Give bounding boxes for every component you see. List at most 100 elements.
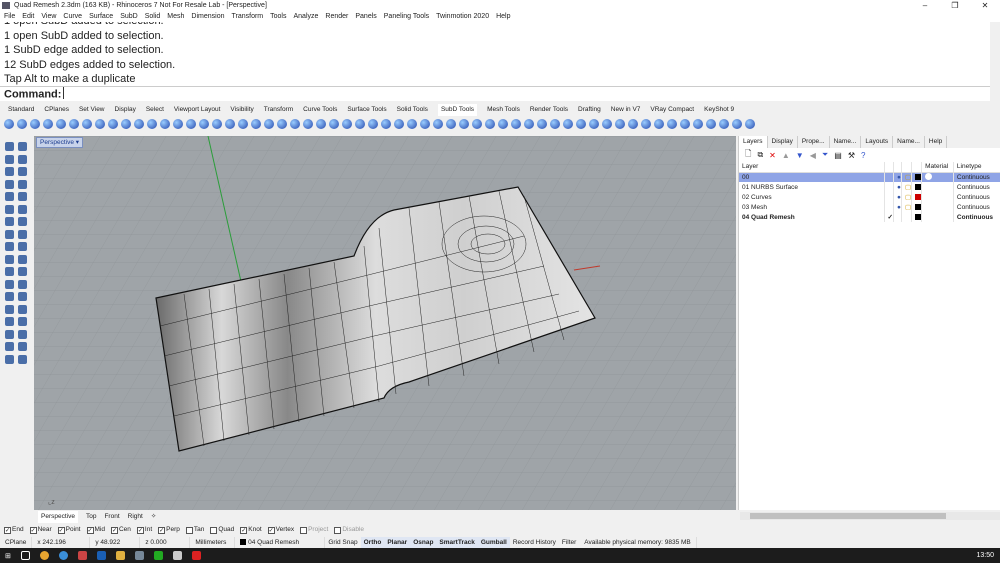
menu-analyze[interactable]: Analyze xyxy=(293,11,318,22)
lock-icon[interactable]: ▢ xyxy=(901,202,913,212)
panel-tab[interactable]: Layouts xyxy=(861,136,894,148)
toolbar-tool-icon[interactable] xyxy=(563,119,573,129)
current-layer-check[interactable]: ✓ xyxy=(884,212,894,222)
tool-icon[interactable] xyxy=(5,342,14,351)
layer-name[interactable]: 01 NURBS Surface xyxy=(739,182,885,192)
tool-icon[interactable] xyxy=(18,142,27,151)
toggle-smarttrack[interactable]: SmartTrack xyxy=(436,537,478,548)
tool-icon[interactable] xyxy=(18,354,27,364)
menu-file[interactable]: File xyxy=(4,11,15,22)
move-up-icon[interactable]: ▲ xyxy=(782,151,790,160)
tool-icon[interactable] xyxy=(18,204,27,214)
osnap-point[interactable]: ✓ Point xyxy=(57,524,81,536)
toolbar-tab-standard[interactable]: Standard xyxy=(8,104,34,116)
tool-icon[interactable] xyxy=(18,167,27,176)
tool-icon[interactable] xyxy=(5,167,14,176)
layer-row[interactable]: 00 ● ▢ Continuous xyxy=(739,172,1000,182)
toolbar-tool-icon[interactable] xyxy=(732,119,742,129)
lock-icon[interactable]: ▢ xyxy=(901,192,913,202)
tool-icon[interactable] xyxy=(5,329,14,339)
toolbar-tool-icon[interactable] xyxy=(368,119,378,129)
osnap-vertex[interactable]: ✓ Vertex xyxy=(267,524,294,536)
tool-icon[interactable] xyxy=(5,242,14,251)
osnap-near[interactable]: ✓ Near xyxy=(29,524,52,536)
new-sublayer-icon[interactable]: ⧉ xyxy=(757,150,763,160)
toolbar-tab-keyshot-9[interactable]: KeyShot 9 xyxy=(704,104,734,116)
layer-row[interactable]: 01 NURBS Surface ● ▢ Continuous xyxy=(739,182,1000,192)
osnap-mid[interactable]: ✓ Mid xyxy=(86,524,105,536)
checkbox[interactable] xyxy=(210,526,218,534)
menu-panels[interactable]: Panels xyxy=(355,11,376,22)
toolbar-tab-vray-compact[interactable]: VRay Compact xyxy=(650,104,694,116)
toolbar-tool-icon[interactable] xyxy=(615,119,625,129)
toolbar-tab-viewport-layout[interactable]: Viewport Layout xyxy=(174,104,221,116)
tool-icon[interactable] xyxy=(5,179,14,189)
toolbar-tool-icon[interactable] xyxy=(641,119,651,129)
file-explorer-icon[interactable] xyxy=(115,551,125,560)
column-layer[interactable]: Layer xyxy=(739,162,885,173)
toolbar-tab-subd-tools[interactable]: SubD Tools xyxy=(437,104,478,116)
column-linetype[interactable]: Linetype xyxy=(953,162,1000,173)
restore-button[interactable]: ❐ xyxy=(940,0,970,11)
move-down-icon[interactable]: ▼ xyxy=(796,151,804,160)
delete-layer-icon[interactable]: ✕ xyxy=(769,151,776,160)
menu-view[interactable]: View xyxy=(41,11,56,22)
toolbar-tool-icon[interactable] xyxy=(251,119,261,129)
toolbar-tool-icon[interactable] xyxy=(472,119,482,129)
lightbulb-icon[interactable]: ● xyxy=(893,172,902,182)
layer-name[interactable]: 03 Mesh xyxy=(739,202,885,212)
toolbar-tool-icon[interactable] xyxy=(303,119,313,129)
layer-name[interactable]: 00 xyxy=(739,172,885,182)
panel-tab[interactable]: Display xyxy=(768,136,798,148)
toggle-filter[interactable]: Filter xyxy=(559,537,579,548)
toolbar-tab-transform[interactable]: Transform xyxy=(264,104,293,116)
tool-icon[interactable] xyxy=(18,304,27,314)
toolbar-tool-icon[interactable] xyxy=(446,119,456,129)
toolbar-tool-icon[interactable] xyxy=(160,119,170,129)
camtasia-icon[interactable] xyxy=(153,551,163,560)
menu-render[interactable]: Render xyxy=(325,11,348,22)
toolbar-tab-solid-tools[interactable]: Solid Tools xyxy=(397,104,428,116)
checkbox[interactable] xyxy=(334,526,342,534)
current-layer[interactable]: 04 Quad Remesh xyxy=(235,537,326,548)
toolbar-tool-icon[interactable] xyxy=(277,119,287,129)
toolbar-tool-icon[interactable] xyxy=(43,119,53,129)
tool-icon[interactable] xyxy=(5,317,14,326)
tool-icon[interactable] xyxy=(5,267,14,276)
tool-icon[interactable] xyxy=(18,267,27,276)
checkbox[interactable]: ✓ xyxy=(57,526,65,534)
menu-tools[interactable]: Tools xyxy=(270,11,286,22)
lock-icon[interactable]: ▢ xyxy=(901,172,913,182)
toolbar-tab-drafting[interactable]: Drafting xyxy=(578,104,601,116)
toolbar-tab-visibility[interactable]: Visibility xyxy=(230,104,253,116)
toolbar-tab-render-tools[interactable]: Render Tools xyxy=(530,104,568,116)
toolbar-tool-icon[interactable] xyxy=(199,119,209,129)
toolbar-tool-icon[interactable] xyxy=(719,119,729,129)
toolbar-tool-icon[interactable] xyxy=(394,119,404,129)
menu-curve[interactable]: Curve xyxy=(63,11,82,22)
panel-tab[interactable]: Name... xyxy=(830,136,862,148)
osnap-int[interactable]: ✓ Int xyxy=(136,524,152,536)
toolbar-tool-icon[interactable] xyxy=(316,119,326,129)
toolbar-tool-icon[interactable] xyxy=(238,119,248,129)
chrome-icon[interactable] xyxy=(39,551,49,560)
layer-row[interactable]: 04 Quad Remesh ✓ Continuous xyxy=(739,212,1000,222)
panel-tab[interactable]: Layers xyxy=(739,136,768,148)
menu-twinmotion-2020[interactable]: Twinmotion 2020 xyxy=(436,11,489,22)
osnap-knot[interactable]: ✓ Knot xyxy=(240,524,262,536)
tool-icon[interactable] xyxy=(18,342,27,351)
layer-color[interactable] xyxy=(911,202,923,212)
layer-linetype[interactable]: Continuous xyxy=(953,192,1000,202)
toolbar-tool-icon[interactable] xyxy=(667,119,677,129)
tool-icon[interactable] xyxy=(5,217,14,226)
toolbar-tool-icon[interactable] xyxy=(69,119,79,129)
toolbar-tool-icon[interactable] xyxy=(95,119,105,129)
tool-icon[interactable] xyxy=(5,279,14,289)
tool-icon[interactable] xyxy=(5,254,14,264)
checkbox[interactable]: ✓ xyxy=(110,526,118,534)
column-material[interactable]: Material xyxy=(921,162,954,173)
move-out-icon[interactable]: ◀ xyxy=(810,151,816,160)
tool-icon[interactable] xyxy=(5,154,14,164)
panel-tab[interactable]: Name... xyxy=(893,136,925,148)
lock-icon[interactable]: ▢ xyxy=(901,182,913,192)
